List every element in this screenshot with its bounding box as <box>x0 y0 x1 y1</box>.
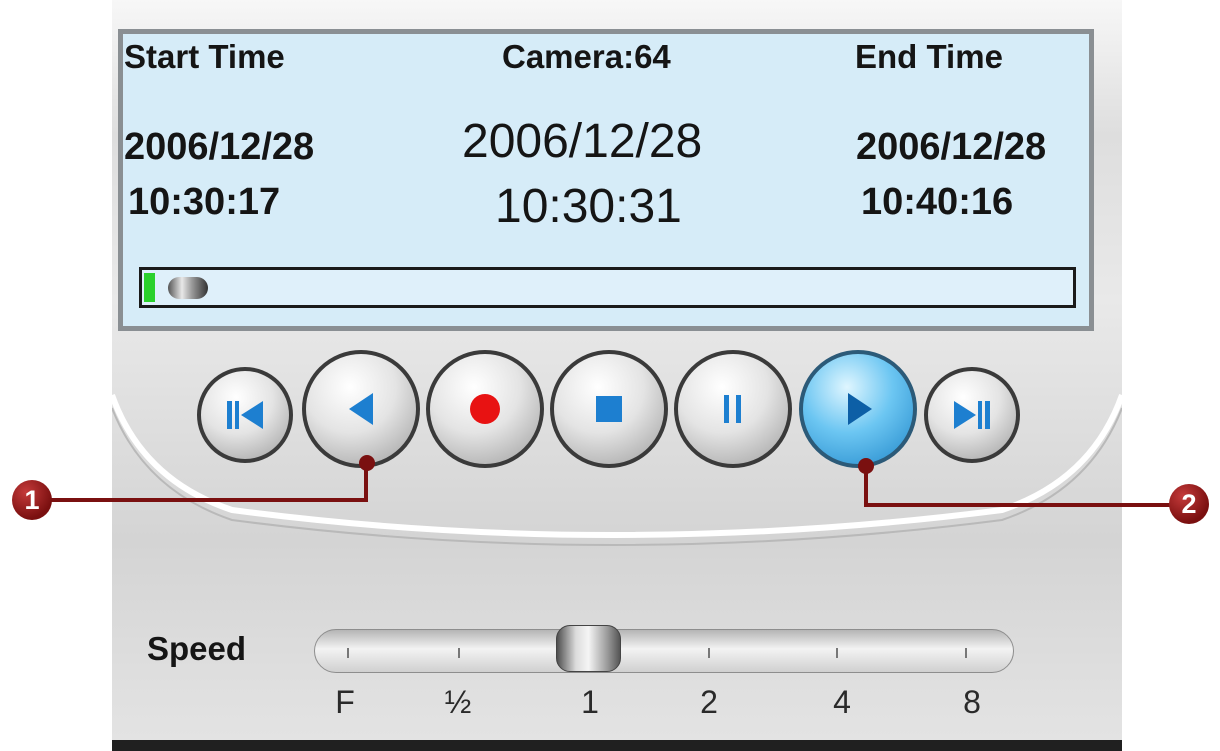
end-time: 10:40:16 <box>861 181 1014 223</box>
callout-2-dot <box>858 458 874 474</box>
pause-button[interactable] <box>674 350 792 468</box>
speed-slider-track[interactable] <box>314 629 1014 673</box>
progress-fill <box>144 273 155 302</box>
play-reverse-icon <box>349 393 373 425</box>
play-button[interactable] <box>799 350 917 468</box>
playback-progress-bar[interactable] <box>139 267 1076 308</box>
start-time-label: Start Time <box>124 38 285 75</box>
skip-to-end-button[interactable] <box>924 367 1020 463</box>
current-date: 2006/12/28 <box>462 115 703 168</box>
start-date: 2006/12/28 <box>124 126 315 168</box>
pause-icon <box>724 395 741 423</box>
reverse-play-button[interactable] <box>302 350 420 468</box>
speed-option-8: 8 <box>963 684 981 720</box>
speed-label: Speed <box>147 630 247 667</box>
speed-option-f: F <box>335 684 355 720</box>
record-icon <box>470 394 500 424</box>
speed-tick <box>965 648 967 658</box>
speed-tick <box>708 648 710 658</box>
callout-1-dot <box>359 455 375 471</box>
current-time: 10:30:31 <box>495 180 682 233</box>
speed-option-4: 4 <box>833 684 851 720</box>
speed-option-half: ½ <box>444 684 472 720</box>
speed-option-2: 2 <box>700 684 718 720</box>
stop-button[interactable] <box>550 350 668 468</box>
callout-2-badge: 2 <box>1169 484 1209 524</box>
play-icon <box>848 393 872 425</box>
skip-forward-icon <box>954 401 990 429</box>
speed-tick <box>347 648 349 658</box>
bottom-edge <box>112 740 1122 751</box>
camera-label: Camera:64 <box>502 38 671 75</box>
speed-option-1: 1 <box>581 684 599 720</box>
speed-tick <box>836 648 838 658</box>
skip-back-icon <box>227 401 263 429</box>
record-button[interactable] <box>426 350 544 468</box>
start-time: 10:30:17 <box>128 181 281 223</box>
end-date: 2006/12/28 <box>856 126 1047 168</box>
callout-1-badge: 1 <box>12 480 52 520</box>
skip-to-start-button[interactable] <box>197 367 293 463</box>
speed-slider-thumb[interactable] <box>556 625 621 672</box>
progress-thumb[interactable] <box>168 277 208 299</box>
speed-tick <box>458 648 460 658</box>
end-time-label: End Time <box>855 38 1003 75</box>
stop-icon <box>596 396 622 422</box>
